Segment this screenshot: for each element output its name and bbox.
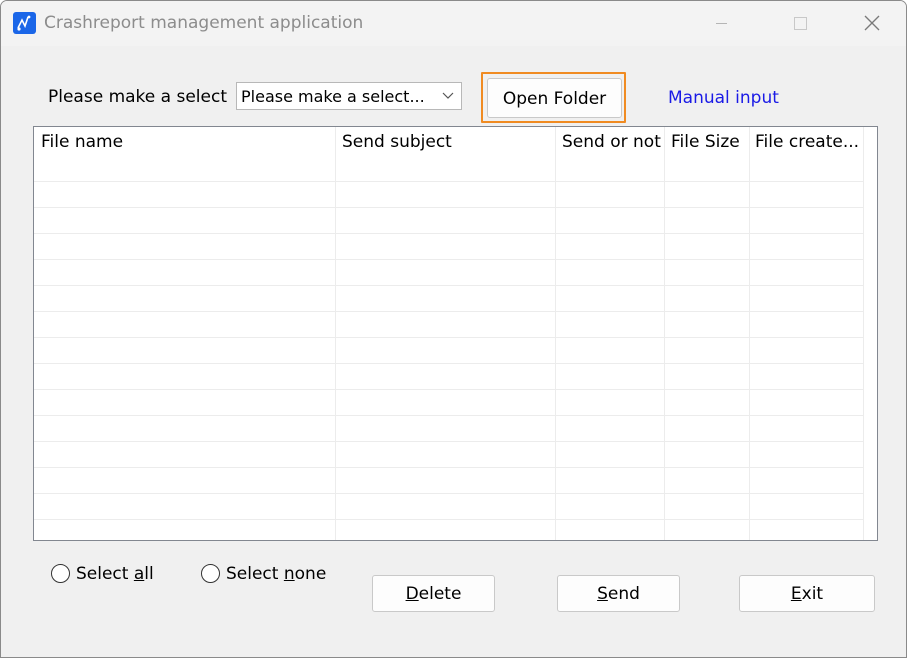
column-header-file-name[interactable]: File name <box>34 127 336 157</box>
maximize-button[interactable] <box>777 1 823 46</box>
exit-button[interactable]: Exit <box>739 575 875 612</box>
column-header-send-or-not[interactable]: Send or not <box>555 127 664 157</box>
title-bar[interactable]: Crashreport management application <box>1 1 906 46</box>
minimize-button[interactable] <box>698 1 744 46</box>
column-divider <box>555 127 556 540</box>
close-icon <box>864 15 880 31</box>
row-divider <box>34 285 864 286</box>
column-divider <box>863 127 864 540</box>
maximize-icon <box>794 17 807 30</box>
column-header-file-size[interactable]: File Size <box>664 127 749 157</box>
delete-button[interactable]: Delete <box>372 575 495 612</box>
row-divider <box>34 259 864 260</box>
column-divider <box>664 127 665 540</box>
row-divider <box>34 207 864 208</box>
row-divider <box>34 389 864 390</box>
row-divider <box>34 337 864 338</box>
column-divider <box>335 127 336 540</box>
select-all-radio[interactable] <box>51 564 70 583</box>
main-window: Crashreport management application Pleas… <box>0 0 907 658</box>
combo-value: Please make a select... <box>241 87 425 106</box>
row-divider <box>34 363 864 364</box>
minimize-icon <box>716 23 727 24</box>
row-divider <box>34 415 864 416</box>
close-button[interactable] <box>848 1 894 46</box>
file-table[interactable]: File name Send subject Send or not File … <box>33 126 878 541</box>
row-divider <box>34 311 864 312</box>
row-divider <box>34 441 864 442</box>
row-divider <box>34 467 864 468</box>
column-header-file-create[interactable]: File create... <box>748 127 864 157</box>
window-title: Crashreport management application <box>44 13 364 33</box>
select-label: Please make a select <box>48 87 227 107</box>
app-icon <box>13 12 36 34</box>
column-divider <box>749 127 750 540</box>
manual-input-link[interactable]: Manual input <box>668 88 779 108</box>
row-divider <box>34 181 864 182</box>
select-none-radio[interactable] <box>201 564 220 583</box>
select-none-label[interactable]: Select none <box>226 564 326 584</box>
row-divider <box>34 519 864 520</box>
row-divider <box>34 233 864 234</box>
column-header-send-subject[interactable]: Send subject <box>335 127 555 157</box>
open-folder-button[interactable]: Open Folder <box>487 78 622 118</box>
send-button[interactable]: Send <box>557 575 680 612</box>
chevron-down-icon <box>442 92 454 99</box>
select-combobox[interactable]: Please make a select... <box>236 82 462 110</box>
row-divider <box>34 493 864 494</box>
select-all-label[interactable]: Select all <box>76 564 154 584</box>
